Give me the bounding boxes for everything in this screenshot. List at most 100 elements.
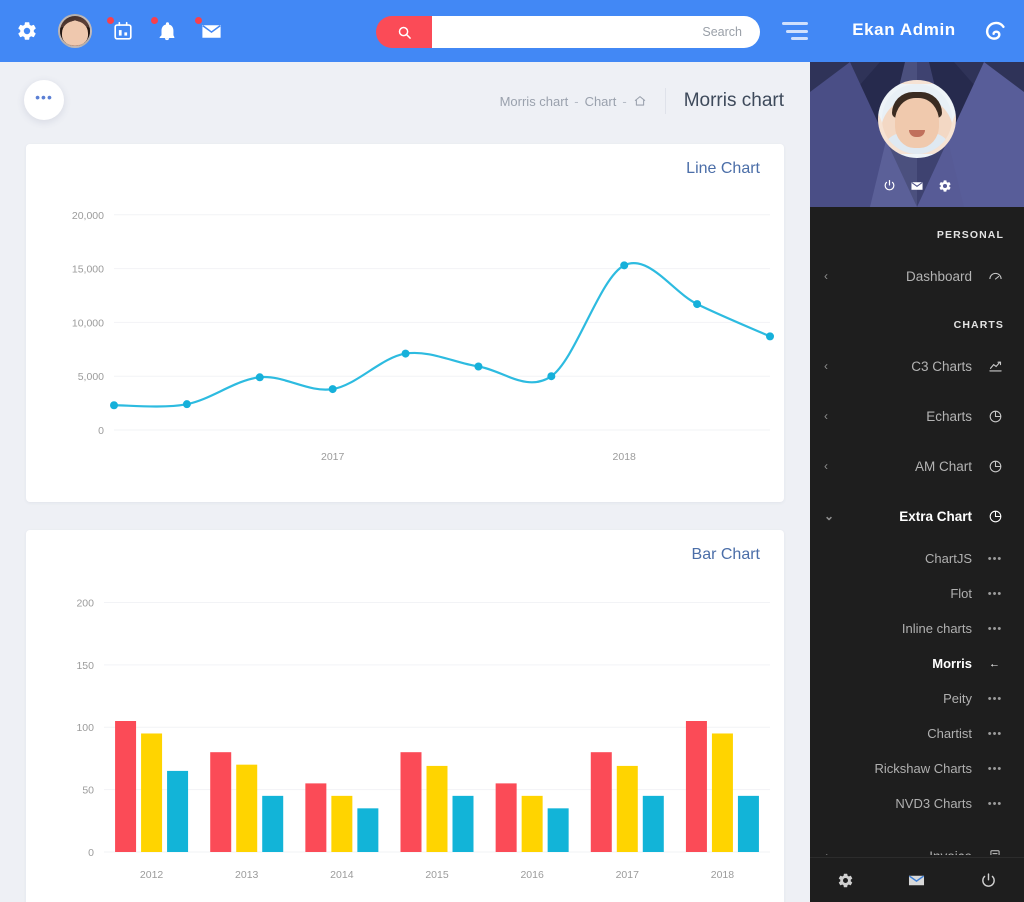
svg-text:100: 100 <box>76 722 94 734</box>
sidebar-item-label: Echarts <box>926 408 972 424</box>
sidebar-subitem-peity[interactable]: Peity ••• <box>810 681 1024 716</box>
right-sidebar: PERSONAL ‹ Dashboard CHARTS ‹ C3 Charts ‹ Echar… <box>810 62 1024 902</box>
svg-text:20,000: 20,000 <box>72 210 104 222</box>
sidebar-item-label: AM Chart <box>914 458 972 474</box>
line-chart-title: Line Chart <box>686 160 760 177</box>
svg-text:5,000: 5,000 <box>78 371 104 383</box>
sidebar-item-extra-chart[interactable]: ⌄ Extra Chart <box>810 491 1024 541</box>
chevron-icon: ‹ <box>824 849 834 855</box>
sidebar-section-label: CHARTS <box>953 319 1004 331</box>
svg-text:2014: 2014 <box>330 869 354 881</box>
breadcrumb: Morris chart - Chart - <box>500 88 666 114</box>
sidebar-item-label: Invoice <box>929 849 972 856</box>
pie-chart-icon <box>986 509 1004 524</box>
sidebar-subitem-label: NVD3 Charts <box>895 796 972 811</box>
sidebar-subitem-rickshaw-charts[interactable]: Rickshaw Charts ••• <box>810 751 1024 786</box>
search-input[interactable] <box>432 16 760 48</box>
envelope-icon[interactable] <box>195 17 224 44</box>
sidebar-item-c3-charts[interactable]: ‹ C3 Charts <box>810 341 1024 391</box>
dots-icon: ••• <box>987 622 1003 635</box>
sidebar-item-label: Extra Chart <box>899 508 972 524</box>
header-icon-group <box>0 14 224 48</box>
sidebar-item-echarts[interactable]: ‹ Echarts <box>810 391 1024 441</box>
calendar-board-icon[interactable] <box>107 17 136 44</box>
line-chart-plot[interactable]: 0 5,000 10,000 15,000 20,000 2017 2018 <box>26 186 784 496</box>
sidebar-subitem-chartist[interactable]: Chartist ••• <box>810 716 1024 751</box>
gear-icon[interactable] <box>938 179 952 193</box>
dots-icon: ••• <box>987 552 1003 565</box>
breadcrumb-separator: - <box>574 93 579 109</box>
dots-icon: ••• <box>987 587 1003 600</box>
chevron-icon: ‹ <box>824 269 828 283</box>
user-avatar[interactable] <box>58 14 92 48</box>
sidebar-item-invoice[interactable]: ‹ Invoice <box>810 831 1024 855</box>
arrow-left-icon: ← <box>989 657 1001 670</box>
svg-text:2018: 2018 <box>711 869 735 881</box>
sidebar-profile-header <box>810 62 1024 207</box>
svg-text:2012: 2012 <box>140 869 164 881</box>
sidebar-subitem-label: Chartist <box>927 726 972 741</box>
svg-text:150: 150 <box>76 660 94 672</box>
document-icon <box>986 849 1004 855</box>
sidebar-subitem-label: Rickshaw Charts <box>874 761 972 776</box>
svg-text:2013: 2013 <box>235 869 259 881</box>
sidebar-subitem-flot[interactable]: Flot ••• <box>810 576 1024 611</box>
svg-text:0: 0 <box>98 425 104 437</box>
breadcrumb-bar: Morris chart - Chart - Morris chart <box>500 80 784 122</box>
dots-icon: ••• <box>987 692 1003 705</box>
chevron-icon: ‹ <box>824 409 828 423</box>
gear-icon[interactable] <box>14 18 40 44</box>
sidebar-footer <box>810 857 1024 902</box>
svg-text:2016: 2016 <box>520 869 544 881</box>
sidebar-navigation: PERSONAL ‹ Dashboard CHARTS ‹ C3 Charts ‹ Echar… <box>810 207 1024 855</box>
svg-text:15,000: 15,000 <box>72 264 104 276</box>
bar-chart-title: Bar Chart <box>691 546 760 563</box>
chevron-icon: ⌄ <box>824 509 835 523</box>
svg-text:2015: 2015 <box>425 869 449 881</box>
top-header: Ekan Admin <box>0 0 1024 62</box>
envelope-icon[interactable] <box>907 871 926 890</box>
sidebar-subitem-label: Flot <box>950 586 972 601</box>
notification-dot <box>151 17 158 24</box>
breadcrumb-item-morris-chart[interactable]: Morris chart <box>500 94 569 109</box>
sidebar-subitem-label: Inline charts <box>901 621 972 636</box>
sidebar-section-label: PERSONAL <box>936 229 1004 241</box>
dots-icon: ••• <box>987 762 1003 775</box>
sidebar-subitem-chartjs[interactable]: ChartJS ••• <box>810 541 1024 576</box>
breadcrumb-item-chart[interactable]: Chart <box>585 94 617 109</box>
svg-text:10,000: 10,000 <box>72 317 104 329</box>
svg-text:2017: 2017 <box>616 869 640 881</box>
search-button[interactable] <box>376 16 432 48</box>
power-icon[interactable] <box>980 872 997 889</box>
sidebar-subitem-nvd3-charts[interactable]: NVD3 Charts ••• <box>810 786 1024 821</box>
pie-chart-icon <box>986 459 1004 474</box>
svg-text:50: 50 <box>82 785 94 797</box>
sidebar-item-dashboard[interactable]: ‹ Dashboard <box>810 251 1024 301</box>
svg-text:2018: 2018 <box>613 451 637 463</box>
sidebar-item-am-chart[interactable]: ‹ AM Chart <box>810 441 1024 491</box>
sidebar-subitem-morris[interactable]: Morris ← <box>810 646 1024 681</box>
sidebar-subitem-label: ChartJS <box>925 551 972 566</box>
breadcrumb-separator: - <box>622 93 627 109</box>
profile-actions <box>810 179 1024 193</box>
search-icon <box>398 26 411 39</box>
search-box <box>376 16 760 48</box>
ekan-e-logo-icon[interactable] <box>980 16 1010 46</box>
svg-text:200: 200 <box>76 597 94 609</box>
chevron-icon: ‹ <box>824 459 828 473</box>
svg-text:0: 0 <box>88 847 94 859</box>
bar-chart-plot[interactable]: 0 50 100 150 200 2012 2013 2014 2015 2016 2017 2018 <box>26 572 784 902</box>
profile-avatar[interactable] <box>878 80 956 158</box>
notification-dot <box>195 17 202 24</box>
bell-icon[interactable] <box>151 17 180 44</box>
line-chart-card: Line Chart 0 5,000 10,000 15,000 20,000 2017 2… <box>26 144 784 502</box>
dots-icon: ••• <box>987 727 1003 740</box>
more-options-button[interactable]: ••• <box>24 80 64 120</box>
gear-icon[interactable] <box>837 872 854 889</box>
svg-text:2017: 2017 <box>321 451 345 463</box>
home-icon[interactable] <box>633 94 647 108</box>
power-icon[interactable] <box>883 179 896 193</box>
sidebar-subitem-inline-charts[interactable]: Inline charts ••• <box>810 611 1024 646</box>
menu-toggle-button[interactable] <box>782 22 808 40</box>
envelope-icon[interactable] <box>910 179 924 193</box>
